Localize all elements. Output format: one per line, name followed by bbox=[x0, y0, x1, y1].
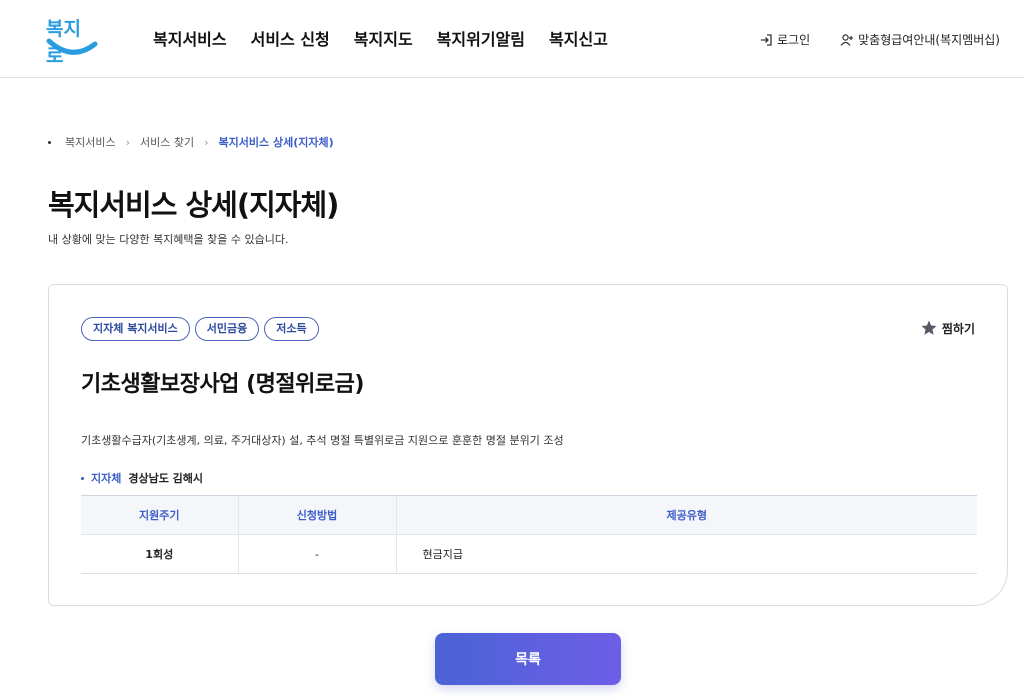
service-detail-card: 지자체 복지서비스 서민금융 저소득 찜하기 기초생활보장사업 (명절위로금) … bbox=[48, 284, 1008, 606]
chevron-right-icon: › bbox=[125, 135, 131, 149]
main-nav: 복지서비스 서비스 신청 복지지도 복지위기알림 복지신고 bbox=[153, 26, 608, 50]
home-dot-icon bbox=[48, 140, 51, 144]
service-tags: 지자체 복지서비스 서민금융 저소득 bbox=[81, 317, 319, 341]
nav-item-welfare-services[interactable]: 복지서비스 bbox=[153, 26, 227, 50]
header-provision-type: 제공유형 bbox=[395, 495, 977, 535]
membership-link[interactable]: 맞춤형급여안내(복지멤버십) bbox=[840, 31, 1000, 48]
user-plus-icon bbox=[840, 33, 854, 46]
bullet-icon bbox=[81, 476, 84, 480]
tag-local-welfare: 지자체 복지서비스 bbox=[81, 317, 190, 341]
favorite-label: 찜하기 bbox=[941, 321, 975, 336]
cell-provision-type: 현금지급 bbox=[395, 534, 977, 574]
page-description: 내 상황에 맞는 다양한 복지혜택을 찾을 수 있습니다. bbox=[48, 233, 289, 246]
header-apply-method: 신청방법 bbox=[237, 495, 396, 535]
site-header: 복지로 복지서비스 서비스 신청 복지지도 복지위기알림 복지신고 로그인 맞춤… bbox=[0, 0, 1024, 78]
cell-apply-method: - bbox=[237, 534, 396, 574]
breadcrumb-item-welfare-services[interactable]: 복지서비스 bbox=[65, 134, 116, 150]
star-icon bbox=[921, 320, 937, 335]
agency-value: 경상남도 김해시 bbox=[128, 472, 204, 485]
nav-item-service-apply[interactable]: 서비스 신청 bbox=[251, 26, 330, 50]
service-title: 기초생활보장사업 (명절위로금) bbox=[81, 372, 364, 397]
service-description: 기초생활수급자(기초생계, 의료, 주거대상자) 설, 추석 명절 특별위로금 … bbox=[81, 434, 564, 447]
table-row: 1회성 - 현금지급 bbox=[81, 534, 977, 574]
login-link[interactable]: 로그인 bbox=[759, 31, 810, 48]
breadcrumb: 복지서비스 › 서비스 찾기 › 복지서비스 상세(지자체) bbox=[48, 134, 334, 150]
tag-finance: 서민금융 bbox=[194, 317, 260, 341]
breadcrumb-item-service-search[interactable]: 서비스 찾기 bbox=[140, 134, 194, 150]
chevron-right-icon: › bbox=[204, 135, 209, 149]
logo-smile-icon bbox=[46, 38, 98, 55]
nav-item-crisis-alert[interactable]: 복지위기알림 bbox=[437, 26, 525, 50]
cell-support-cycle: 1회성 bbox=[81, 534, 238, 574]
header-actions: 로그인 맞춤형급여안내(복지멤버십) bbox=[759, 31, 1000, 48]
tag-low-income: 저소득 bbox=[264, 317, 319, 341]
site-logo[interactable]: 복지로 bbox=[46, 14, 98, 67]
agency-label: 지자체 bbox=[91, 472, 122, 485]
list-button[interactable]: 목록 bbox=[435, 633, 621, 685]
membership-label: 맞춤형급여안내(복지멤버십) bbox=[858, 33, 1000, 47]
header-support-cycle: 지원주기 bbox=[81, 495, 238, 535]
nav-item-welfare-report[interactable]: 복지신고 bbox=[549, 26, 608, 50]
login-label: 로그인 bbox=[777, 33, 811, 47]
login-icon bbox=[761, 33, 772, 46]
favorite-button[interactable]: 찜하기 bbox=[920, 319, 975, 337]
breadcrumb-current: 복지서비스 상세(지자체) bbox=[218, 136, 334, 149]
table-header-row: 지원주기 신청방법 제공유형 bbox=[81, 495, 977, 535]
page-title: 복지서비스 상세(지자체) bbox=[48, 188, 339, 222]
service-info-table: 지원주기 신청방법 제공유형 1회성 - 현금지급 bbox=[81, 495, 977, 574]
agency-info: 지자체 경상남도 김해시 bbox=[81, 470, 203, 486]
nav-item-welfare-map[interactable]: 복지지도 bbox=[354, 26, 413, 50]
